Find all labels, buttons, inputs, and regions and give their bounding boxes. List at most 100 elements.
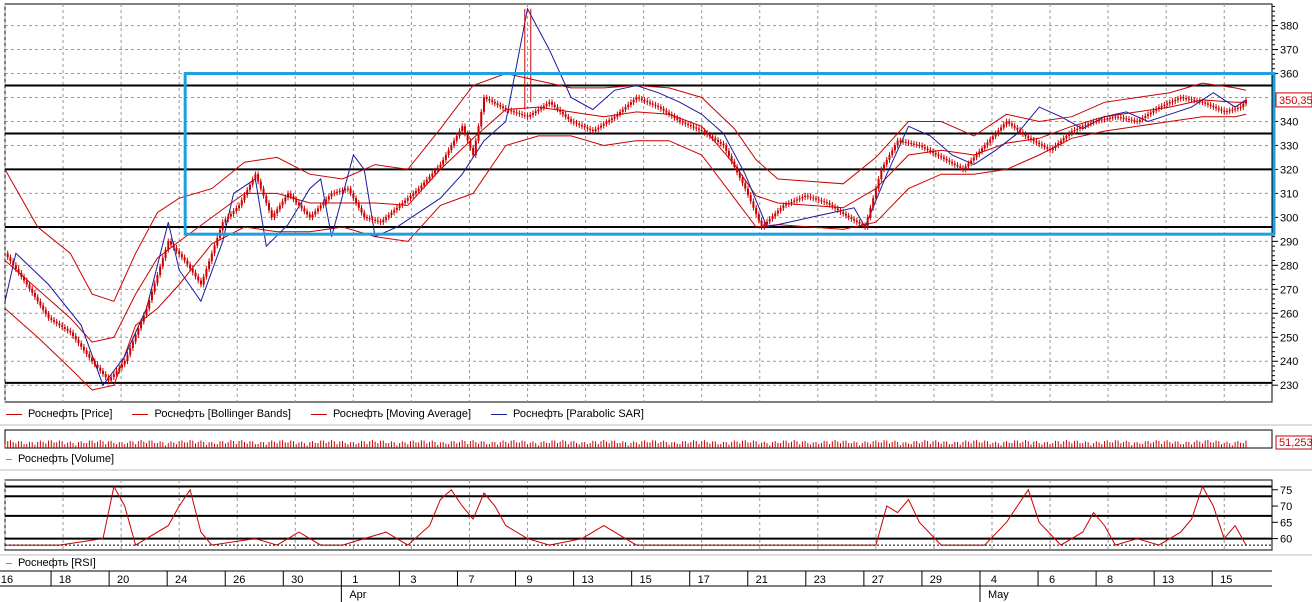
candle-body — [112, 374, 115, 378]
candle-body — [523, 114, 526, 116]
candle-body — [183, 257, 186, 261]
candle-body — [1084, 125, 1087, 127]
candle-body — [1242, 103, 1245, 108]
candle-body — [586, 127, 589, 129]
candle-body — [1076, 128, 1079, 130]
candle-body — [1002, 124, 1005, 128]
candle-body — [1062, 138, 1065, 141]
candle-body — [869, 207, 872, 218]
candle-body — [248, 184, 251, 190]
y-tick-label: 370 — [1280, 45, 1298, 57]
candle-body — [711, 136, 714, 139]
candle-body — [621, 109, 624, 112]
candle-body — [1245, 99, 1247, 104]
candle-body — [480, 111, 483, 127]
x-tick-label: 20 — [117, 574, 129, 586]
candle-body — [44, 309, 47, 314]
candle-body — [659, 107, 662, 109]
candle-body — [466, 133, 469, 141]
legend-dash — [6, 458, 12, 460]
candle-body — [842, 211, 845, 214]
candle-body — [314, 211, 317, 215]
x-tick-label: 4 — [991, 574, 997, 586]
candle-body — [695, 127, 698, 129]
candle-body — [126, 354, 129, 362]
y-tick-label: 290 — [1280, 236, 1298, 248]
candle-body — [469, 140, 472, 148]
legend-item-ma[interactable]: Роснефть [Moving Average] — [310, 408, 472, 420]
candle-body — [912, 143, 915, 145]
candle-body — [1176, 98, 1179, 100]
y-tick-label: 230 — [1280, 380, 1298, 392]
candle-body — [458, 131, 461, 136]
y-tick-label: 360 — [1280, 69, 1298, 81]
candle-body — [393, 210, 396, 213]
candle-body — [564, 114, 567, 117]
candle-body — [545, 104, 548, 106]
x-tick-label: 6 — [1049, 574, 1055, 586]
candle-body — [20, 272, 23, 277]
candle-body — [855, 220, 858, 223]
legend-item-price[interactable]: Роснефть [Price] — [6, 408, 112, 420]
candle-body — [627, 104, 630, 108]
legend-label: Роснефть [Moving Average] — [332, 408, 472, 420]
candle-body — [744, 183, 747, 189]
candle-body — [227, 216, 230, 220]
candle-body — [91, 357, 94, 362]
candle-body — [863, 225, 866, 227]
candle-body — [1016, 127, 1019, 130]
candle-body — [817, 199, 820, 201]
rsi-panel-label[interactable]: Роснефть [RSI] — [6, 557, 96, 569]
candle-body — [632, 99, 635, 103]
candle-body — [104, 374, 107, 378]
chart-svg: 16 18 20 24 26 30 1 3 7 9 13 15 17 21 23 27 29 4 6 8 13 15Apr… — [0, 3, 1312, 602]
y-tick-label: 300 — [1280, 212, 1298, 224]
candle-body — [942, 157, 945, 159]
candle-body — [589, 128, 592, 130]
volume-panel-label[interactable]: Роснефть [Volume] — [6, 453, 114, 465]
candle-body — [395, 207, 398, 211]
candle-body — [836, 208, 839, 211]
candle-body — [42, 305, 45, 310]
candle-body — [793, 200, 796, 202]
legend-item-bollinger[interactable]: Роснефть [Bollinger Bands] — [132, 408, 291, 420]
candle-body — [1030, 138, 1033, 140]
candle-body — [1152, 110, 1155, 113]
candle-body — [482, 97, 485, 112]
candle-body — [1043, 145, 1046, 148]
candle-body — [926, 148, 929, 150]
candle-body — [1046, 147, 1049, 149]
candle-body — [1157, 107, 1160, 109]
legend-item-sar[interactable]: Роснефть [Parabolic SAR] — [491, 408, 644, 420]
candle-body — [578, 123, 581, 126]
candle-body — [254, 174, 257, 180]
candle-body — [722, 143, 725, 146]
candle-body — [948, 160, 951, 162]
candle-body — [96, 364, 99, 368]
candle-body — [774, 213, 777, 217]
candle-body — [640, 98, 643, 100]
candle-body — [600, 125, 603, 128]
candle-body — [425, 179, 428, 183]
candle-body — [243, 195, 246, 201]
candle-body — [874, 188, 877, 199]
candle-body — [491, 100, 494, 103]
x-tick-label: 15 — [1220, 574, 1232, 586]
candle-body — [276, 209, 279, 214]
candle-body — [1114, 116, 1117, 118]
candle-body — [714, 138, 717, 141]
candle-body — [940, 155, 943, 158]
candle-body — [657, 105, 660, 108]
candle-body — [994, 133, 997, 137]
candle-body — [662, 108, 665, 111]
candle-body — [232, 210, 235, 214]
candle-body — [904, 141, 907, 143]
candle-body — [311, 214, 314, 218]
candle-body — [556, 107, 559, 110]
candle-body — [390, 212, 393, 215]
rsi-y-tick-label: 75 — [1280, 485, 1292, 497]
candle-body — [518, 113, 521, 115]
candle-body — [531, 113, 534, 115]
y-tick-label: 380 — [1280, 21, 1298, 33]
candle-body — [763, 224, 766, 227]
